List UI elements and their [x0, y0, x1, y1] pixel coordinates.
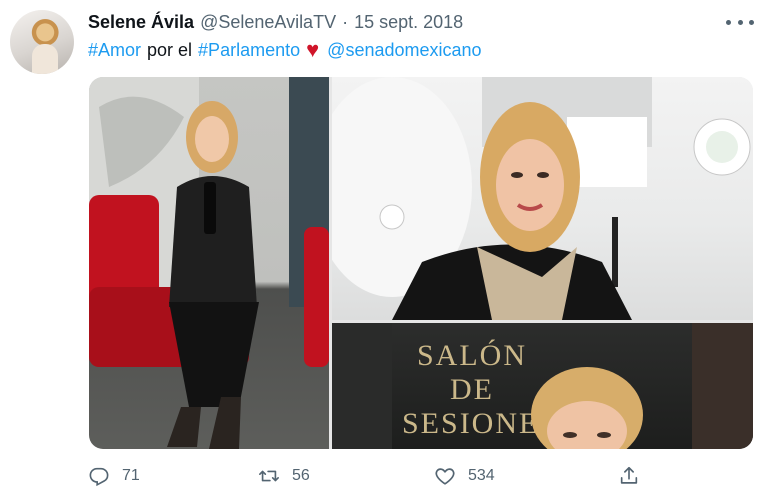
- photo-session-hall[interactable]: SALÓN DE SESIONES: [332, 323, 753, 449]
- author-handle[interactable]: @SeleneAvilaTV: [200, 12, 336, 33]
- tweet[interactable]: Selene Ávila @SeleneAvilaTV · 15 sept. 2…: [0, 0, 768, 503]
- reply-count: 71: [122, 467, 140, 484]
- photo-senate-illustration: [332, 77, 751, 320]
- tweet-date[interactable]: 15 sept. 2018: [354, 12, 463, 33]
- more-dot: [749, 19, 754, 25]
- like-button[interactable]: 534: [434, 462, 495, 490]
- more-dot: [737, 19, 743, 25]
- hashtag-parlamento[interactable]: #Parlamento: [198, 40, 300, 61]
- retweet-button[interactable]: 56: [258, 462, 310, 490]
- photo-senate-interview[interactable]: [332, 77, 753, 320]
- photo-session-illustration: [332, 323, 753, 449]
- heart-icon: [435, 468, 455, 485]
- tweet-actions: 71 56 534: [88, 462, 748, 490]
- more-options-icon[interactable]: [726, 14, 754, 30]
- retweet-count: 56: [292, 467, 310, 484]
- photo-studio-illustration: [89, 77, 329, 449]
- like-count: 534: [468, 467, 495, 484]
- share-icon: [620, 466, 638, 484]
- heart-emoji: ♥: [306, 37, 320, 62]
- share-button[interactable]: [618, 462, 640, 490]
- reply-icon: [89, 467, 109, 487]
- author-name[interactable]: Selene Ávila: [88, 12, 194, 33]
- mention-senadomexicano[interactable]: @senadomexicano: [327, 40, 481, 61]
- separator: ·: [342, 11, 349, 32]
- hashtag-amor[interactable]: #Amor: [88, 40, 141, 61]
- avatar[interactable]: [10, 10, 74, 74]
- media-grid: SALÓN DE SESIONES: [89, 77, 753, 449]
- retweet-icon: [259, 470, 279, 482]
- more-dot: [726, 19, 731, 25]
- photo-studio[interactable]: [89, 77, 329, 449]
- reply-button[interactable]: 71: [88, 462, 140, 490]
- tweet-header: Selene Ávila @SeleneAvilaTV · 15 sept. 2…: [88, 10, 463, 34]
- tweet-text: #Amor por el #Parlamento ♥ @senadomexica…: [88, 38, 482, 62]
- tweet-text-word: por el: [147, 39, 193, 60]
